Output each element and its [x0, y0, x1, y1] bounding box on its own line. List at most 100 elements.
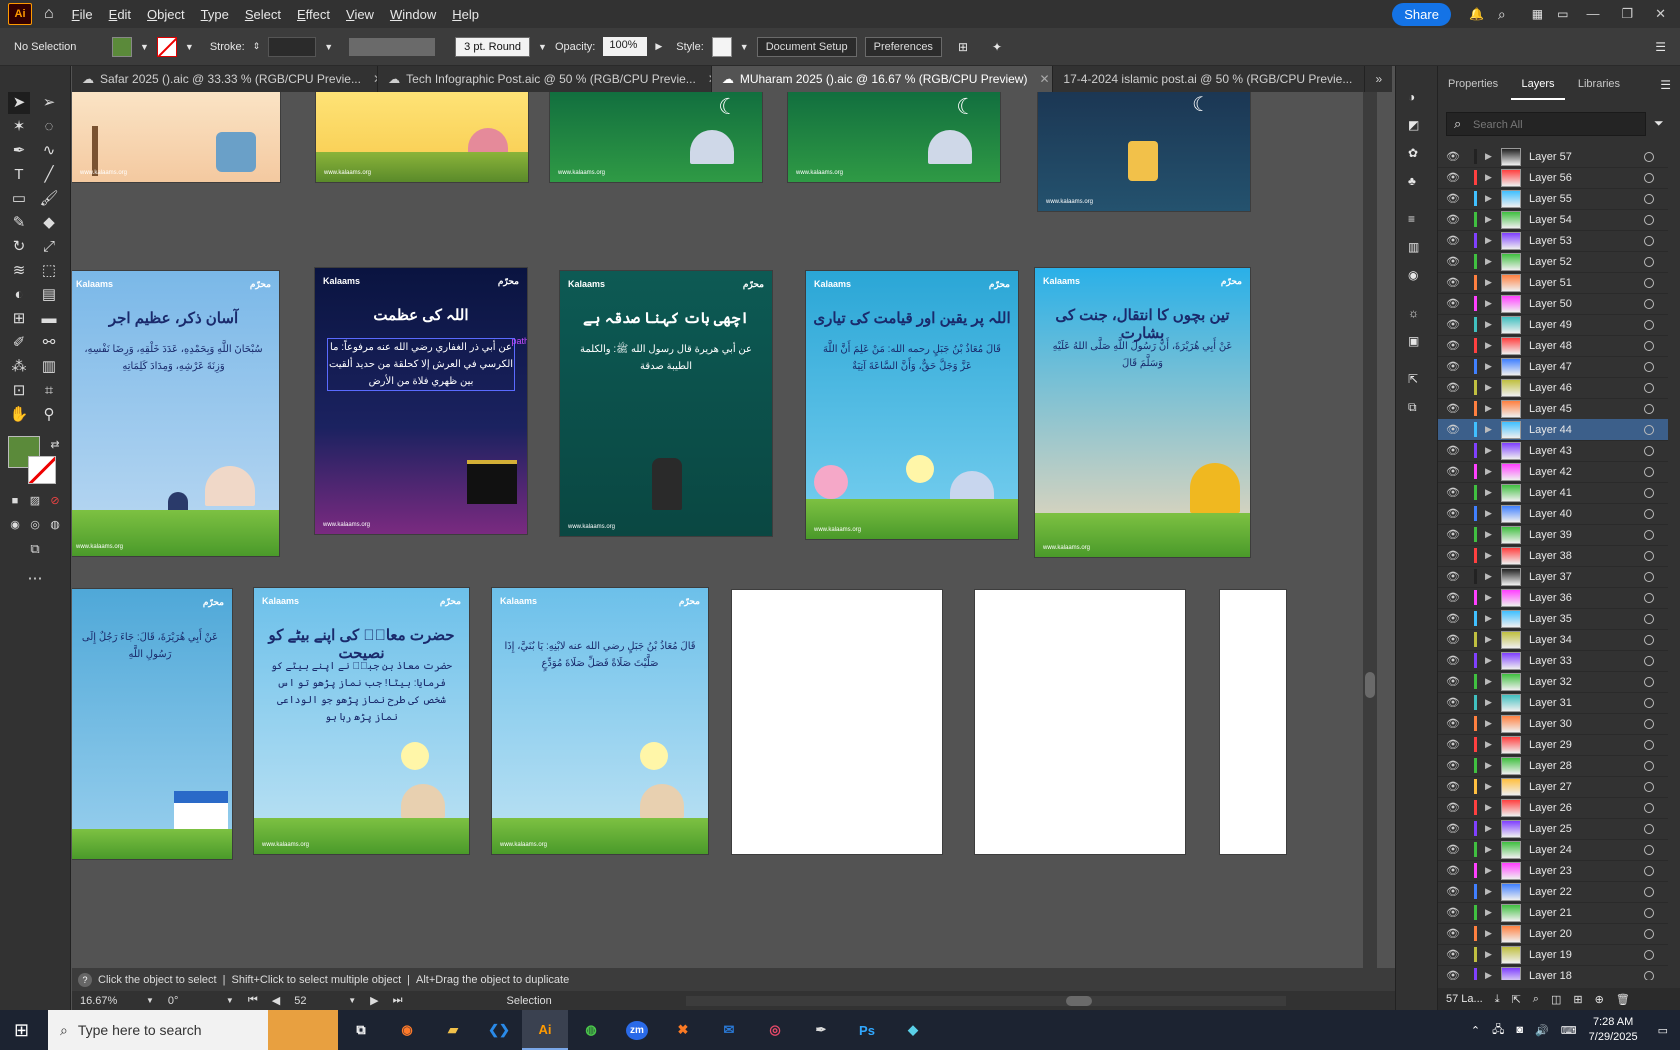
- menu-help[interactable]: Help: [444, 7, 487, 22]
- layers-search-input[interactable]: Search All: [1446, 112, 1646, 136]
- export-icon[interactable]: ⇱: [1512, 993, 1521, 1006]
- new-sublayer-icon[interactable]: ⊞: [1573, 993, 1582, 1006]
- expand-arrow-icon[interactable]: ▶: [1485, 277, 1495, 288]
- layer-row[interactable]: 👁 ▶ Layer 35: [1438, 608, 1668, 630]
- visibility-eye-icon[interactable]: 👁: [1446, 402, 1464, 415]
- windows-start-icon[interactable]: ⊞: [14, 1020, 29, 1041]
- bell-icon[interactable]: 🔔: [1469, 7, 1484, 21]
- first-artboard-icon[interactable]: ⏮: [248, 994, 258, 1007]
- layer-row[interactable]: 👁 ▶ Layer 51: [1438, 272, 1668, 294]
- visibility-eye-icon[interactable]: 👁: [1446, 780, 1464, 793]
- visibility-eye-icon[interactable]: 👁: [1446, 591, 1464, 604]
- gradient-mode-icon[interactable]: ▨: [24, 490, 46, 512]
- visibility-eye-icon[interactable]: 👁: [1446, 969, 1464, 980]
- layer-row[interactable]: 👁 ▶ Layer 45: [1438, 398, 1668, 420]
- next-artboard-icon[interactable]: ▶: [370, 994, 378, 1007]
- target-icon[interactable]: [1644, 739, 1654, 750]
- visibility-eye-icon[interactable]: 👁: [1446, 633, 1464, 646]
- visibility-eye-icon[interactable]: 👁: [1446, 507, 1464, 520]
- outlook-icon[interactable]: ✉: [706, 1010, 752, 1050]
- expand-arrow-icon[interactable]: ▶: [1485, 865, 1495, 876]
- target-icon[interactable]: [1644, 634, 1654, 645]
- target-icon[interactable]: [1644, 466, 1654, 477]
- curvature-tool-icon[interactable]: ∿: [38, 140, 60, 162]
- layer-row[interactable]: 👁 ▶ Layer 40: [1438, 503, 1668, 525]
- layer-row[interactable]: 👁 ▶ Layer 36: [1438, 587, 1668, 609]
- export-panel-icon[interactable]: ⇱: [1408, 372, 1418, 386]
- chrome-icon[interactable]: ◍: [568, 1010, 614, 1050]
- expand-arrow-icon[interactable]: ▶: [1485, 802, 1495, 813]
- visibility-eye-icon[interactable]: 👁: [1446, 885, 1464, 898]
- artboard-faith-preparation[interactable]: Kalaams محرّم اللہ پر یقین اور قیامت کی ت…: [806, 271, 1018, 539]
- artboard-allah-greatness[interactable]: Kalaams محرّم اللہ کی عظمت عن أبي ذر الغف…: [315, 268, 527, 534]
- clock[interactable]: 7:28 AM 7/29/2025: [1589, 1015, 1638, 1045]
- visibility-eye-icon[interactable]: 👁: [1446, 150, 1464, 163]
- network-icon[interactable]: 🖧: [1492, 1021, 1504, 1040]
- target-icon[interactable]: [1644, 193, 1654, 204]
- expand-arrow-icon[interactable]: ▶: [1485, 844, 1495, 855]
- zoom-app-icon[interactable]: zm: [614, 1010, 660, 1050]
- chevron-down-icon[interactable]: ▼: [140, 42, 149, 52]
- close-icon[interactable]: ✕: [1655, 6, 1666, 22]
- expand-arrow-icon[interactable]: ▶: [1485, 151, 1495, 162]
- target-icon[interactable]: [1644, 697, 1654, 708]
- layer-row[interactable]: 👁 ▶ Layer 20: [1438, 923, 1668, 945]
- target-icon[interactable]: [1644, 613, 1654, 624]
- menu-view[interactable]: View: [338, 7, 382, 22]
- rotate-tool-icon[interactable]: ↻: [8, 236, 30, 258]
- free-transform-icon[interactable]: ⬚: [38, 260, 60, 282]
- delete-layer-icon[interactable]: 🗑: [1616, 993, 1630, 1006]
- expand-arrow-icon[interactable]: ▶: [1485, 214, 1495, 225]
- layer-row[interactable]: 👁 ▶ Layer 25: [1438, 818, 1668, 840]
- shape-builder-icon[interactable]: ◐: [8, 284, 30, 306]
- expand-arrow-icon[interactable]: ▶: [1485, 571, 1495, 582]
- fill-swatch[interactable]: [112, 36, 132, 57]
- file-explorer-icon[interactable]: ▰: [430, 1010, 476, 1050]
- target-icon[interactable]: [1644, 235, 1654, 246]
- target-icon[interactable]: [1644, 760, 1654, 771]
- target-icon[interactable]: [1644, 844, 1654, 855]
- artboard-row1-5[interactable]: ☾ www.kalaams.org: [1038, 92, 1250, 211]
- artboard-blank-1[interactable]: [732, 590, 942, 854]
- visibility-eye-icon[interactable]: 👁: [1446, 906, 1464, 919]
- arrange-icon[interactable]: ▭: [1557, 7, 1568, 21]
- recolor-icon[interactable]: ✦: [992, 40, 1002, 54]
- column-graph-icon[interactable]: ▥: [38, 356, 60, 378]
- expand-arrow-icon[interactable]: ▶: [1485, 676, 1495, 687]
- layer-row[interactable]: 👁 ▶ Layer 29: [1438, 734, 1668, 756]
- taskbar-search[interactable]: ⌕ Type here to search: [48, 1010, 268, 1050]
- menu-object[interactable]: Object: [139, 7, 193, 22]
- artboard-muadh-advice[interactable]: Kalaams محرّم حضرت معاذؓ کی اپنے بیٹے کو …: [254, 588, 469, 854]
- tab-layers[interactable]: Layers: [1511, 66, 1565, 100]
- new-layer-icon[interactable]: ⊕: [1595, 993, 1604, 1006]
- opacity-input[interactable]: 100%: [603, 37, 648, 56]
- target-icon[interactable]: [1644, 424, 1654, 435]
- visibility-eye-icon[interactable]: 👁: [1446, 423, 1464, 436]
- visibility-eye-icon[interactable]: 👁: [1446, 276, 1464, 289]
- visibility-eye-icon[interactable]: 👁: [1446, 381, 1464, 394]
- visibility-eye-icon[interactable]: 👁: [1446, 654, 1464, 667]
- prev-artboard-icon[interactable]: ◀: [272, 994, 280, 1007]
- chevron-down-icon[interactable]: ▼: [226, 996, 234, 1005]
- artboard-tool-icon[interactable]: ⊡: [8, 380, 30, 402]
- pen-tool-icon[interactable]: ✒: [8, 140, 30, 162]
- chevron-down-icon[interactable]: ▼: [538, 42, 547, 52]
- expand-arrow-icon[interactable]: ▶: [1485, 172, 1495, 183]
- expand-arrow-icon[interactable]: ▶: [1485, 382, 1495, 393]
- layer-row[interactable]: 👁 ▶ Layer 38: [1438, 545, 1668, 567]
- artboard-row1-1[interactable]: www.kalaams.org: [72, 92, 280, 182]
- mesh-tool-icon[interactable]: ⊞: [8, 308, 30, 330]
- inkscape-icon[interactable]: ✒: [798, 1010, 844, 1050]
- expand-arrow-icon[interactable]: ▶: [1485, 298, 1495, 309]
- layer-row[interactable]: 👁 ▶ Layer 31: [1438, 692, 1668, 714]
- tiger-widget-icon[interactable]: [268, 1010, 338, 1050]
- artboard-row1-2[interactable]: www.kalaams.org: [316, 92, 528, 182]
- layer-row[interactable]: 👁 ▶ Layer 34: [1438, 629, 1668, 651]
- color-mode-icon[interactable]: ■: [4, 490, 26, 512]
- visibility-eye-icon[interactable]: 👁: [1446, 234, 1464, 247]
- tab-safar-2025[interactable]: ☁ Safar 2025 ().aic @ 33.33 % (RGB/CPU Pr…: [72, 66, 379, 92]
- scale-tool-icon[interactable]: ⤢: [38, 236, 60, 258]
- target-icon[interactable]: [1644, 928, 1654, 939]
- transparency-panel-icon[interactable]: ◉: [1408, 268, 1418, 282]
- minimize-icon[interactable]: —: [1586, 6, 1599, 22]
